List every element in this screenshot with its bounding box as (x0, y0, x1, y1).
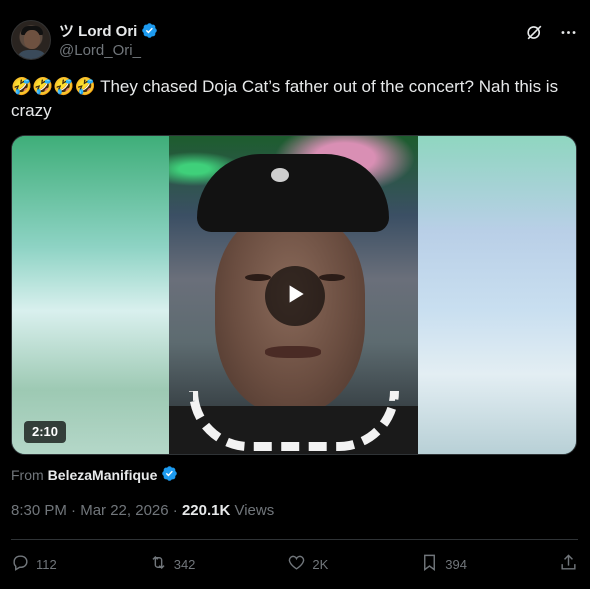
tweet-text: 🤣🤣🤣🤣 They chased Doja Cat’s father out o… (11, 77, 559, 120)
divider (11, 539, 578, 540)
verified-badge-icon (141, 22, 158, 39)
video-duration: 2:10 (24, 421, 67, 443)
grok-icon[interactable] (524, 22, 544, 42)
source-name[interactable]: BelezaManifique (48, 467, 158, 483)
more-icon[interactable] (558, 22, 578, 42)
heart-icon (287, 553, 306, 575)
reply-button[interactable]: 112 (11, 553, 57, 575)
reply-count: 112 (36, 556, 57, 572)
tweet-header: ツ Lord Ori @Lord_Ori_ (11, 20, 578, 62)
video-blur-left (12, 136, 170, 454)
play-button[interactable] (265, 266, 325, 326)
bookmark-icon (420, 553, 439, 575)
repost-button[interactable]: 342 (149, 553, 196, 575)
video-blur-right (418, 136, 576, 454)
action-bar: 112 342 2K 394 (11, 552, 578, 576)
author-names: ツ Lord Ori @Lord_Ori_ (59, 20, 158, 59)
repost-icon (149, 553, 168, 575)
views-count: 220.1K (181, 502, 231, 519)
tweet-date[interactable]: Mar 22, 2026 (80, 502, 168, 519)
author-handle[interactable]: @Lord_Ori_ (59, 42, 158, 59)
tweet-meta: 8:30 PM · Mar 22, 2026 · 220.1K Views (11, 502, 274, 519)
repost-count: 342 (173, 556, 196, 572)
source-prefix: From (11, 467, 44, 483)
bookmark-button[interactable]: 394 (420, 553, 467, 575)
views-label: Views (230, 502, 275, 519)
video-player[interactable]: 2:10 (11, 135, 577, 455)
play-icon (282, 281, 308, 312)
meta-separator: · (66, 502, 81, 519)
tweet-time[interactable]: 8:30 PM (11, 502, 67, 519)
source-attribution: From BelezaManifique (11, 465, 178, 485)
reply-icon (11, 553, 30, 575)
like-button[interactable]: 2K (287, 553, 328, 575)
like-count: 2K (312, 556, 329, 572)
share-button[interactable] (559, 553, 578, 575)
verified-badge-icon (161, 465, 178, 485)
avatar[interactable] (11, 20, 51, 60)
bookmark-count: 394 (445, 556, 467, 572)
author-display-name[interactable]: ツ Lord Ori (59, 20, 137, 41)
share-icon (559, 553, 578, 575)
meta-separator: · (168, 502, 182, 519)
